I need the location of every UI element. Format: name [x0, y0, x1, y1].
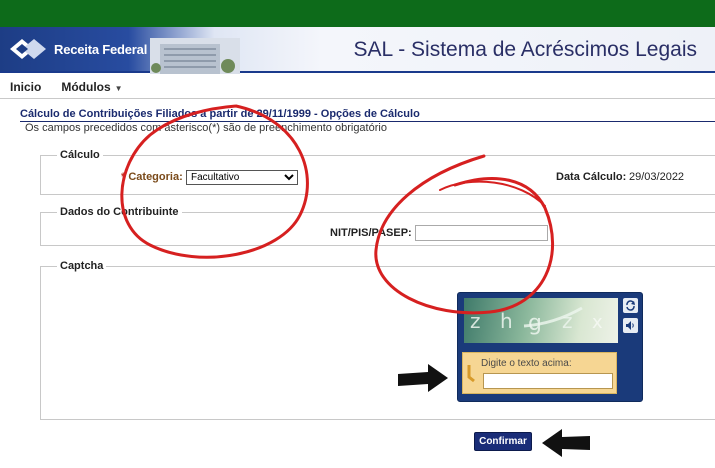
- refresh-icon: [626, 300, 635, 311]
- captcha-image: z h g z x: [464, 298, 618, 343]
- captcha-prompt: Digite o texto acima:: [481, 358, 572, 369]
- menu-modulos[interactable]: Módulos ▼: [51, 80, 132, 94]
- app-title: SAL - Sistema de Acréscimos Legais: [353, 38, 697, 61]
- required-fields-note: Os campos precedidos com asterisco(*) sã…: [25, 122, 387, 134]
- categoria-label-text: Categoria:: [128, 171, 183, 183]
- chevron-down-icon: ▼: [114, 83, 123, 93]
- nit-input[interactable]: [415, 225, 548, 241]
- captcha-distorted-text-icon: z h g z x: [470, 306, 603, 336]
- receita-logo-icon: [10, 39, 46, 59]
- hand-pointer-icon: [467, 365, 475, 383]
- categoria-label: * Categoria:: [121, 171, 183, 183]
- required-asterisk: *: [121, 171, 126, 183]
- contribuinte-legend: Dados do Contribuinte: [60, 206, 179, 218]
- svg-text:h: h: [500, 309, 513, 333]
- receita-federal-logo[interactable]: Receita Federal: [8, 35, 147, 63]
- captcha-widget: z h g z x Digite o texto acima:: [457, 292, 643, 402]
- svg-text:x: x: [592, 312, 603, 333]
- captcha-input-area: Digite o texto acima:: [462, 352, 617, 394]
- brand-name: Receita Federal: [54, 41, 148, 57]
- data-calculo-label: Data Cálculo:: [556, 171, 627, 183]
- menu-bar: Inicio Módulos ▼: [0, 75, 715, 99]
- menu-modulos-label: Módulos: [61, 79, 111, 94]
- data-calculo-value: 29/03/2022: [629, 171, 685, 183]
- calculo-legend: Cálculo: [60, 149, 100, 161]
- nit-label: NIT/PIS/PASEP:: [330, 227, 412, 239]
- building-image: [150, 38, 240, 74]
- captcha-legend: Captcha: [60, 260, 104, 272]
- top-green-bar: [0, 0, 715, 27]
- captcha-input[interactable]: [483, 373, 613, 389]
- menu-inicio[interactable]: Inicio: [0, 80, 51, 94]
- contribuinte-section: Dados do Contribuinte: [40, 206, 715, 246]
- arrow-annotation-confirm: [542, 429, 590, 457]
- site-header: Receita Federal SAL - Sistema de Acrésci…: [0, 27, 715, 74]
- categoria-select[interactable]: Facultativo: [186, 170, 298, 185]
- confirm-button[interactable]: Confirmar: [474, 432, 532, 451]
- captcha-refresh-button[interactable]: [623, 298, 638, 313]
- page-title: Cálculo de Contribuições Filiados a part…: [20, 108, 420, 120]
- svg-text:z: z: [470, 309, 481, 333]
- audio-icon: [626, 321, 634, 330]
- captcha-audio-button[interactable]: [623, 318, 638, 333]
